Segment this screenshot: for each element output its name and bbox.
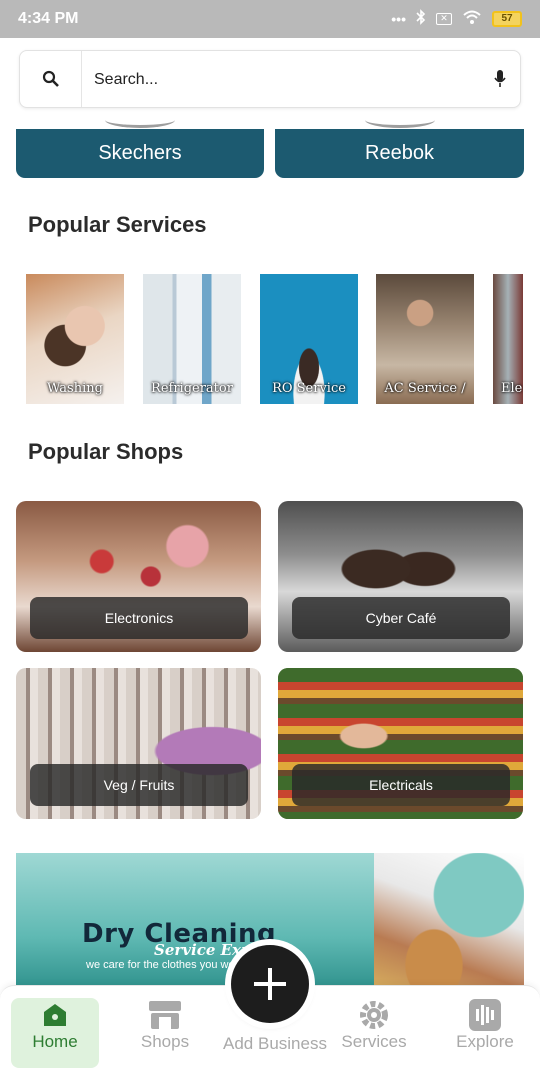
- service-card-refrigerator[interactable]: Refrigerator: [143, 274, 241, 404]
- status-bar: 4:34 PM ••• ✕ 57: [0, 0, 540, 38]
- mic-icon[interactable]: [494, 69, 506, 94]
- shop-label: Electronics: [30, 597, 248, 639]
- nav-add-business-label[interactable]: Add Business: [220, 1034, 330, 1054]
- bluetooth-icon: [416, 9, 426, 28]
- shop-card-veg-fruits[interactable]: Veg / Fruits: [16, 668, 261, 819]
- more-dots-icon: •••: [391, 10, 406, 27]
- service-label: Refrigerator: [151, 381, 233, 396]
- banner-tagline: we care for the clothes you wear: [86, 959, 245, 971]
- brand-image-edge: [105, 112, 175, 128]
- gear-icon: [357, 998, 391, 1032]
- brand-image-edge: [365, 112, 435, 128]
- store-icon: [147, 998, 183, 1032]
- service-label: AC Service /: [384, 381, 466, 396]
- shop-card-cyber-cafe[interactable]: Cyber Café: [278, 501, 523, 652]
- add-business-button[interactable]: [231, 945, 309, 1023]
- home-icon: [41, 998, 69, 1032]
- service-label: RO Service: [272, 381, 346, 396]
- nav-services[interactable]: Services: [330, 998, 418, 1068]
- service-label: Washing: [47, 381, 103, 396]
- shop-label: Cyber Café: [292, 597, 510, 639]
- service-card-ro-service[interactable]: RO Service: [260, 274, 358, 404]
- brand-button-skechers[interactable]: Skechers: [16, 129, 264, 178]
- service-card-ac-service[interactable]: AC Service /: [376, 274, 474, 404]
- status-time: 4:34 PM: [18, 10, 79, 27]
- nav-explore-label: Explore: [456, 1032, 514, 1051]
- nav-services-label: Services: [341, 1032, 407, 1051]
- nav-home-label: Home: [32, 1032, 78, 1051]
- wifi-icon: [462, 9, 482, 28]
- shop-card-electronics[interactable]: Electronics: [16, 501, 261, 652]
- search-icon[interactable]: [20, 51, 82, 107]
- popular-shops-title: Popular Shops: [28, 439, 184, 464]
- plus-icon: [254, 968, 286, 1000]
- brand-button-reebok[interactable]: Reebok: [275, 129, 524, 178]
- popular-services-title: Popular Services: [28, 212, 207, 237]
- explore-icon: [468, 998, 502, 1032]
- nav-explore[interactable]: Explore: [441, 998, 529, 1068]
- service-label: Ele: [501, 381, 523, 396]
- nav-shops-label: Shops: [140, 1032, 190, 1051]
- shop-card-electricals[interactable]: Electricals: [278, 668, 523, 819]
- service-card-electrician[interactable]: Ele: [493, 274, 523, 404]
- search-bar[interactable]: [19, 50, 521, 108]
- status-icons: ••• ✕ 57: [391, 9, 522, 28]
- nav-home[interactable]: Home: [11, 998, 99, 1068]
- no-sim-icon: ✕: [436, 12, 452, 25]
- shop-label: Veg / Fruits: [30, 764, 248, 806]
- battery-icon: 57: [492, 10, 522, 27]
- banner-worker-photo: [374, 853, 524, 993]
- search-input[interactable]: [94, 65, 474, 95]
- service-card-washing[interactable]: Washing: [26, 274, 124, 404]
- nav-shops[interactable]: Shops: [121, 998, 209, 1068]
- shop-label: Electricals: [292, 764, 510, 806]
